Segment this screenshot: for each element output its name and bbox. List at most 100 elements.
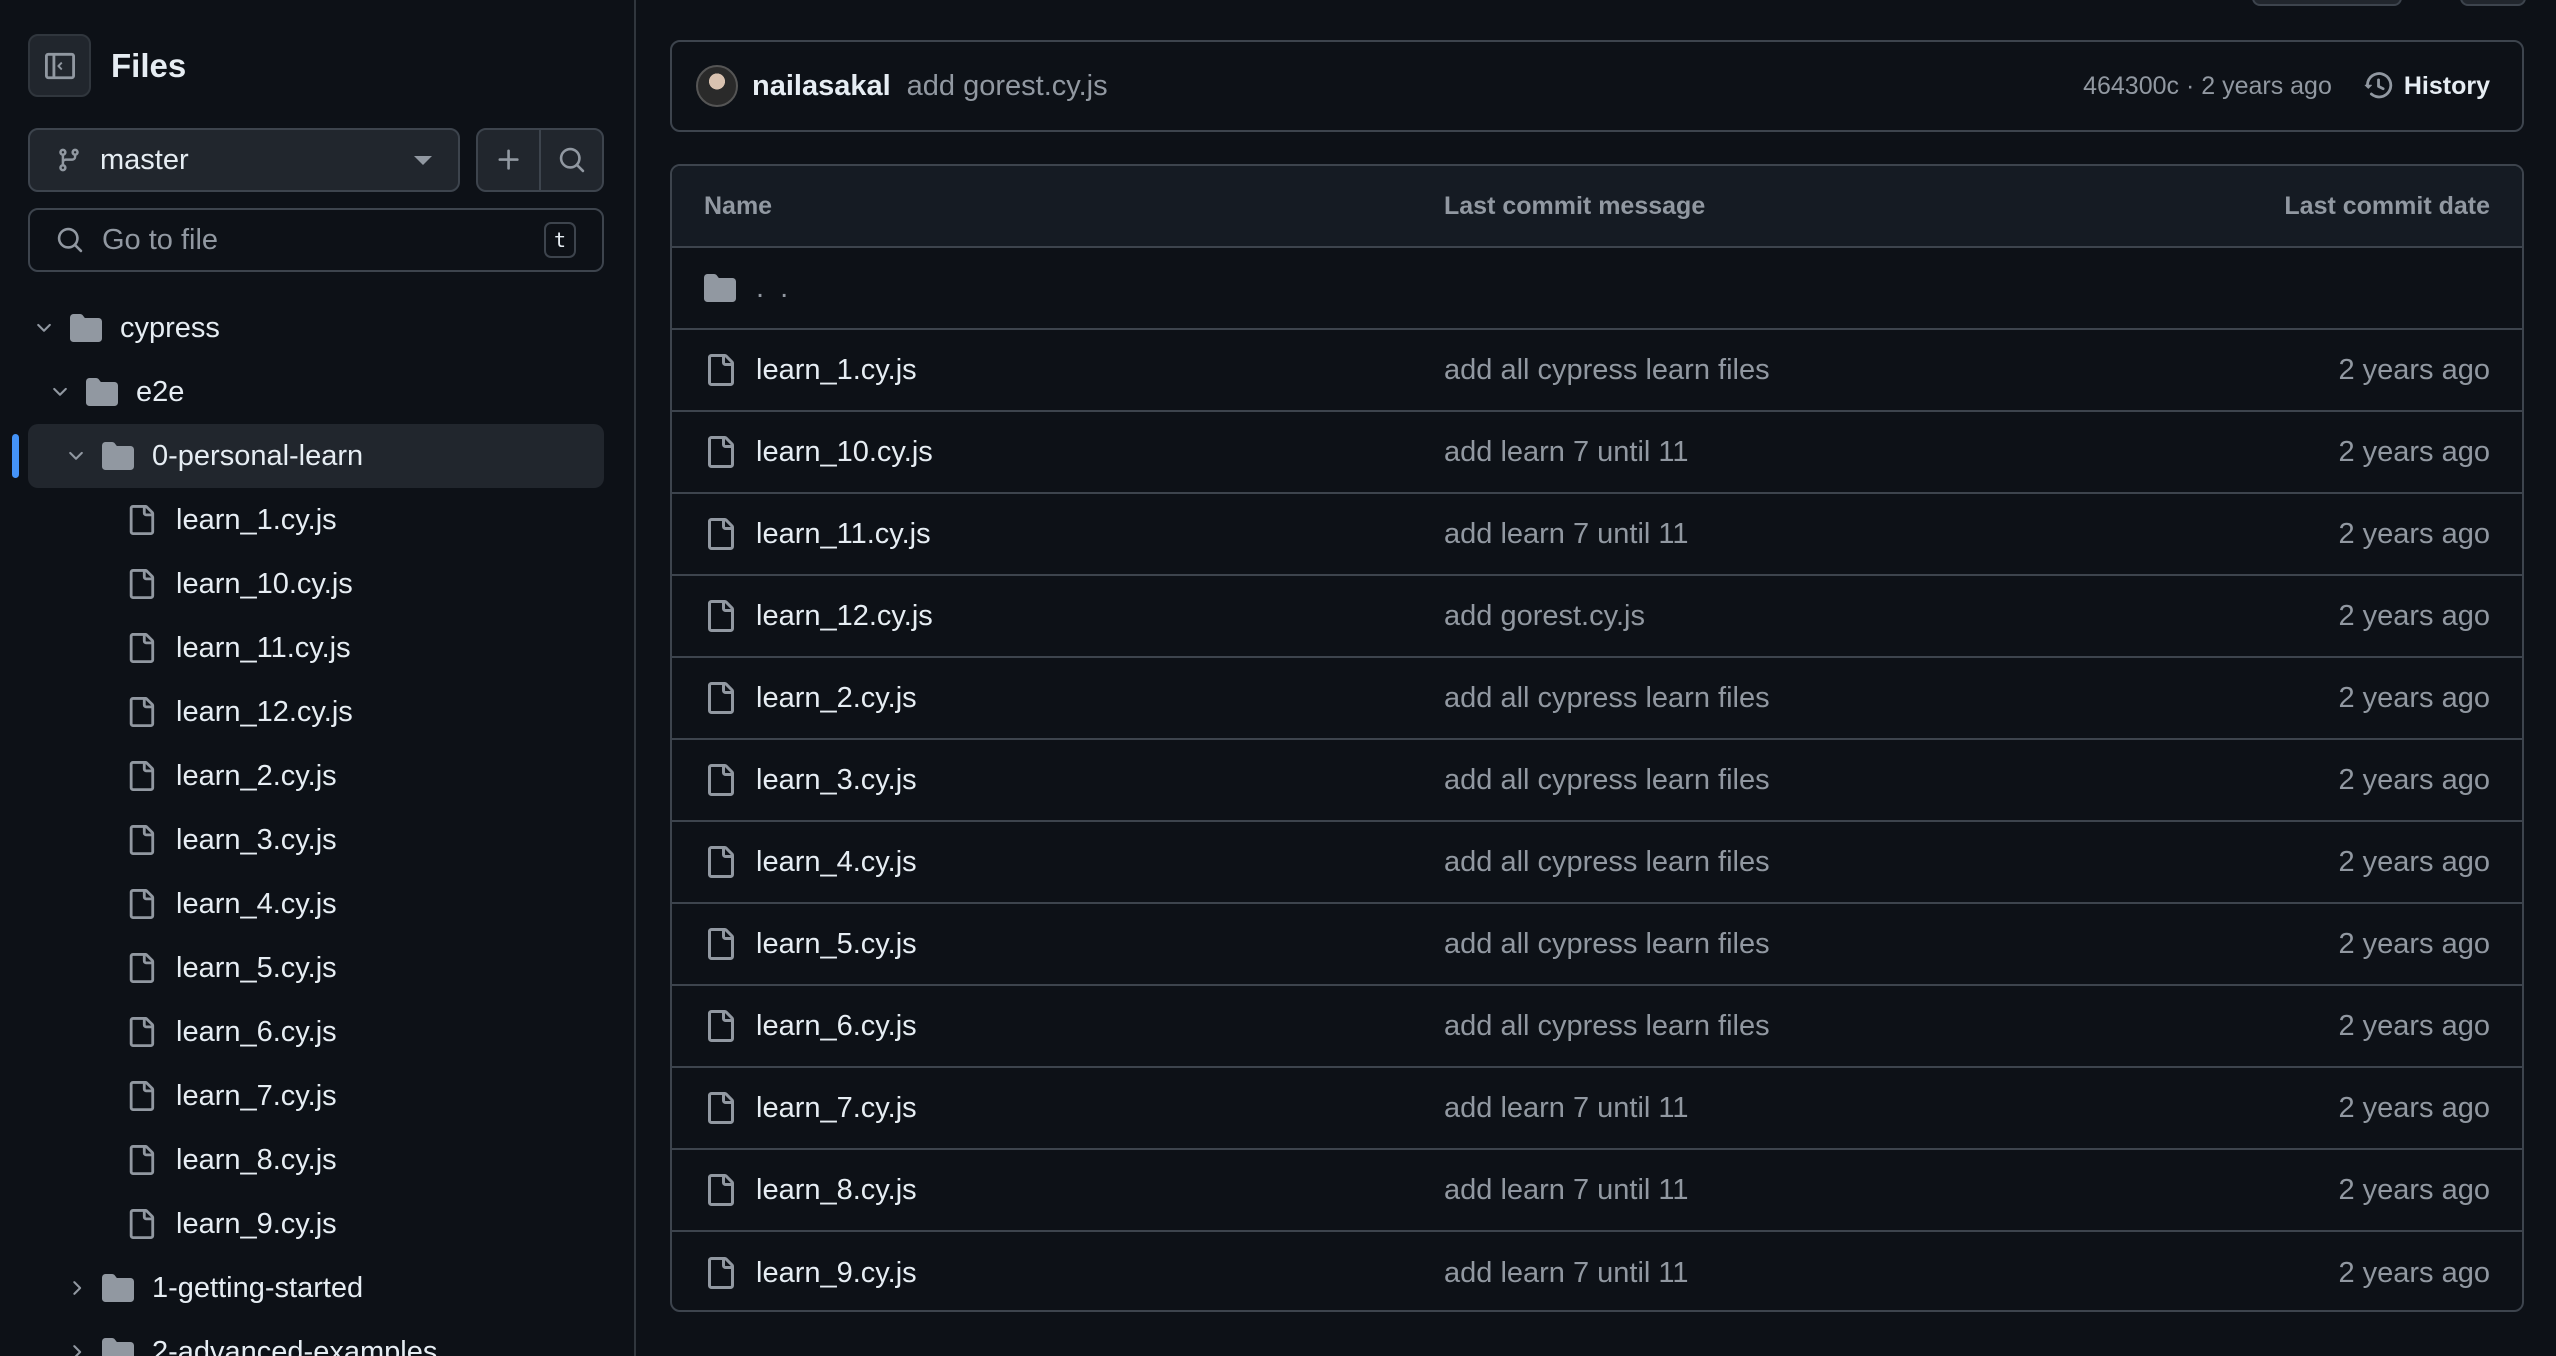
tree-file-item[interactable]: learn_10.cy.js bbox=[0, 552, 634, 616]
table-row: learn_9.cy.js add learn 7 until 11 2 yea… bbox=[672, 1232, 2522, 1310]
tree-file-item[interactable]: learn_7.cy.js bbox=[0, 1064, 634, 1128]
commit-message-link[interactable]: add learn 7 until 11 bbox=[1444, 1092, 2090, 1125]
commit-date: 2 years ago bbox=[2338, 1173, 2490, 1206]
tree-file-item[interactable]: learn_9.cy.js bbox=[0, 1192, 634, 1256]
table-row: learn_10.cy.js add learn 7 until 11 2 ye… bbox=[672, 412, 2522, 494]
commit-message-link[interactable]: add all cypress learn files bbox=[1444, 764, 2090, 797]
table-row: learn_3.cy.js add all cypress learn file… bbox=[672, 740, 2522, 822]
table-body: learn_1.cy.js add all cypress learn file… bbox=[672, 330, 2522, 1310]
file-icon bbox=[129, 1017, 155, 1047]
expand-toggle[interactable] bbox=[64, 445, 88, 467]
file-name-cell: learn_1.cy.js bbox=[704, 354, 1444, 387]
commit-message-link[interactable]: add learn 7 until 11 bbox=[1444, 1257, 2090, 1290]
commit-date: 2 years ago bbox=[2338, 1091, 2490, 1124]
file-name-cell: learn_10.cy.js bbox=[704, 436, 1444, 469]
file-table: Name Last commit message Last commit dat… bbox=[670, 164, 2524, 1312]
file-tree: cypress e2e 0-personal-learn learn_1.cy.js l… bbox=[0, 296, 634, 1356]
tree-file-item[interactable]: learn_4.cy.js bbox=[0, 872, 634, 936]
search-icon bbox=[559, 147, 584, 173]
tree-folder-item[interactable]: 1-getting-started bbox=[0, 1256, 634, 1320]
commit-author[interactable]: nailasakal bbox=[752, 70, 891, 103]
table-row: learn_5.cy.js add all cypress learn file… bbox=[672, 904, 2522, 986]
commit-date: 2 years ago bbox=[2338, 1256, 2490, 1289]
file-link[interactable]: learn_8.cy.js bbox=[756, 1174, 917, 1207]
commit-message-link[interactable]: add all cypress learn files bbox=[1444, 354, 2090, 387]
file-icon bbox=[129, 953, 155, 983]
tree-folder-item[interactable]: 0-personal-learn bbox=[0, 424, 634, 488]
tree-folder-item[interactable]: 2-advanced-examples bbox=[0, 1320, 634, 1356]
table-row: learn_2.cy.js add all cypress learn file… bbox=[672, 658, 2522, 740]
file-link[interactable]: learn_7.cy.js bbox=[756, 1092, 917, 1125]
file-link[interactable]: learn_4.cy.js bbox=[756, 846, 917, 879]
parent-directory-link[interactable]: . . bbox=[756, 272, 792, 305]
table-row: learn_7.cy.js add learn 7 until 11 2 yea… bbox=[672, 1068, 2522, 1150]
commit-message-link[interactable]: add gorest.cy.js bbox=[1444, 600, 2090, 633]
tree-item-label: learn_7.cy.js bbox=[176, 1079, 337, 1112]
commit-message-link[interactable]: add all cypress learn files bbox=[1444, 1010, 2090, 1043]
commit-message-link[interactable]: add all cypress learn files bbox=[1444, 682, 2090, 715]
commit-message-link[interactable]: add learn 7 until 11 bbox=[1444, 436, 2090, 469]
chevron-down-icon bbox=[69, 451, 83, 460]
go-to-file-input[interactable] bbox=[102, 223, 544, 257]
chevron-right-icon bbox=[73, 1345, 82, 1356]
top-action-button[interactable] bbox=[2252, 0, 2402, 6]
tree-file-item[interactable]: learn_3.cy.js bbox=[0, 808, 634, 872]
commit-message[interactable]: add gorest.cy.js bbox=[907, 70, 2083, 103]
expand-toggle[interactable] bbox=[32, 317, 56, 339]
avatar[interactable] bbox=[696, 65, 738, 107]
commit-message-link[interactable]: add all cypress learn files bbox=[1444, 928, 2090, 961]
file-icon-wrap bbox=[126, 825, 156, 855]
history-label: History bbox=[2403, 71, 2490, 100]
tree-folder-item[interactable]: cypress bbox=[0, 296, 634, 360]
file-link[interactable]: learn_9.cy.js bbox=[756, 1257, 917, 1290]
history-button[interactable]: History bbox=[2364, 71, 2490, 101]
file-link[interactable]: learn_1.cy.js bbox=[756, 354, 917, 387]
tree-file-item[interactable]: learn_11.cy.js bbox=[0, 616, 634, 680]
file-link[interactable]: learn_12.cy.js bbox=[756, 600, 933, 633]
file-icon bbox=[129, 1081, 155, 1111]
tree-file-item[interactable]: learn_12.cy.js bbox=[0, 680, 634, 744]
folder-icon bbox=[102, 1274, 134, 1302]
tree-folder-item[interactable]: e2e bbox=[0, 360, 634, 424]
file-name-cell: learn_7.cy.js bbox=[704, 1092, 1444, 1125]
tree-file-item[interactable]: learn_8.cy.js bbox=[0, 1128, 634, 1192]
file-icon bbox=[129, 889, 155, 919]
commit-date: 2 years ago bbox=[2338, 599, 2490, 632]
collapse-sidebar-button[interactable] bbox=[28, 34, 91, 97]
table-row: learn_12.cy.js add gorest.cy.js 2 years … bbox=[672, 576, 2522, 658]
file-link[interactable]: learn_6.cy.js bbox=[756, 1010, 917, 1043]
file-icon-wrap bbox=[126, 697, 156, 727]
table-row: learn_4.cy.js add all cypress learn file… bbox=[672, 822, 2522, 904]
tree-file-item[interactable]: learn_6.cy.js bbox=[0, 1000, 634, 1064]
branch-selector-button[interactable]: master bbox=[28, 128, 460, 192]
folder-icon bbox=[102, 1338, 134, 1356]
file-icon bbox=[708, 1092, 734, 1124]
tree-file-item[interactable]: learn_1.cy.js bbox=[0, 488, 634, 552]
add-file-button[interactable] bbox=[478, 130, 539, 190]
tree-file-item[interactable]: learn_2.cy.js bbox=[0, 744, 634, 808]
file-link[interactable]: learn_2.cy.js bbox=[756, 682, 917, 715]
commit-message-link[interactable]: add all cypress learn files bbox=[1444, 846, 2090, 879]
file-link[interactable]: learn_5.cy.js bbox=[756, 928, 917, 961]
tree-file-item[interactable]: learn_5.cy.js bbox=[0, 936, 634, 1000]
parent-directory-row[interactable]: . . bbox=[672, 248, 2522, 330]
header-name: Name bbox=[704, 191, 773, 220]
tree-item-label: cypress bbox=[120, 311, 220, 344]
folder-icon bbox=[86, 378, 118, 406]
search-code-button[interactable] bbox=[539, 130, 602, 190]
commit-message-link[interactable]: add learn 7 until 11 bbox=[1444, 518, 2090, 551]
file-icon bbox=[129, 825, 155, 855]
go-to-file-box[interactable]: t bbox=[28, 208, 604, 272]
top-more-button[interactable] bbox=[2460, 0, 2526, 6]
commit-date: 2 years ago bbox=[2338, 763, 2490, 796]
folder-icon-wrap bbox=[70, 312, 102, 344]
file-icon-wrap bbox=[126, 1081, 156, 1111]
expand-toggle[interactable] bbox=[64, 1277, 88, 1299]
expand-toggle[interactable] bbox=[64, 1341, 88, 1356]
file-link[interactable]: learn_11.cy.js bbox=[756, 518, 931, 551]
commit-hash-and-time[interactable]: 464300c · 2 years ago bbox=[2083, 72, 2332, 101]
commit-message-link[interactable]: add learn 7 until 11 bbox=[1444, 1174, 2090, 1207]
expand-toggle[interactable] bbox=[48, 381, 72, 403]
file-link[interactable]: learn_10.cy.js bbox=[756, 436, 933, 469]
file-link[interactable]: learn_3.cy.js bbox=[756, 764, 917, 797]
